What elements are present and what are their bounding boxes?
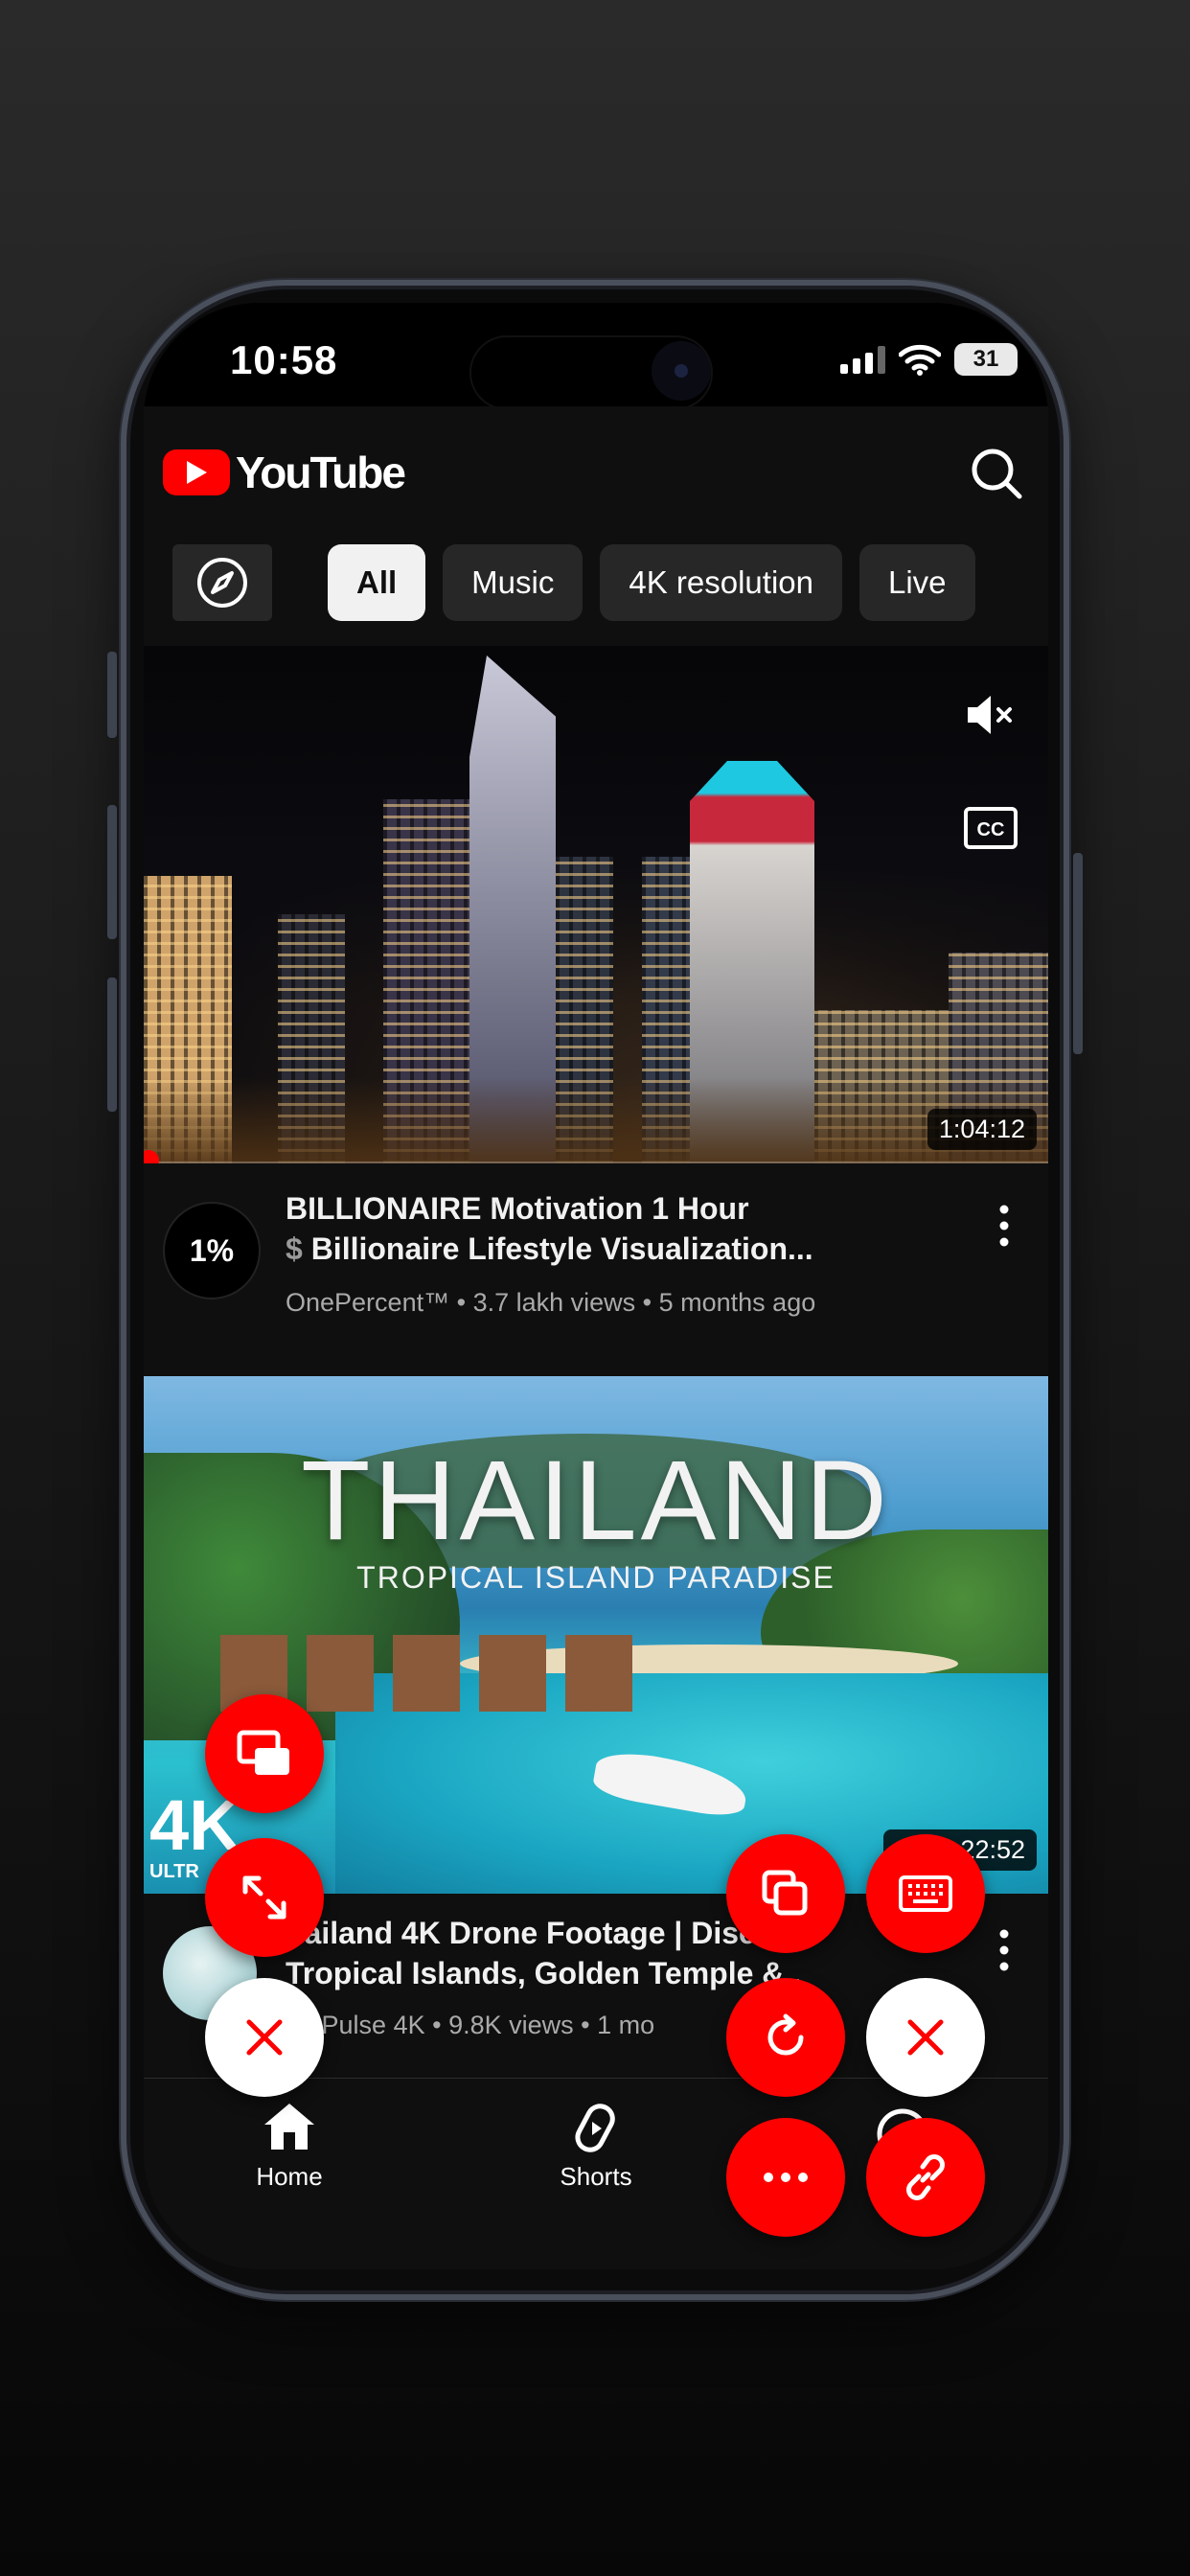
- action-button: [107, 652, 117, 738]
- refresh-button[interactable]: [726, 1978, 845, 2097]
- power-button: [1073, 853, 1083, 1054]
- video-title-line: Billionaire Lifestyle Visualization...: [310, 1231, 813, 1266]
- view-count: 9.8K views: [448, 2011, 574, 2039]
- youtube-wordmark: YouTube: [236, 448, 406, 497]
- link-icon: [906, 2154, 945, 2200]
- wifi-icon: [899, 344, 941, 376]
- compass-icon: [197, 558, 247, 608]
- app-header: YouTube: [144, 406, 1048, 521]
- signal-icon: [840, 345, 885, 374]
- more-button[interactable]: [726, 2118, 845, 2237]
- video-1-title[interactable]: BILLIONAIRE Motivation 1 Hour $ Billiona…: [286, 1188, 899, 1269]
- chip-all[interactable]: All: [328, 544, 426, 621]
- dollar-sign-icon: $: [286, 1231, 311, 1266]
- video-title-line: BILLIONAIRE Motivation 1 Hour: [286, 1191, 749, 1226]
- thumbnail-title: THAILAND: [301, 1438, 891, 1564]
- video-title-text: hailand 4K Drone Footage | Disc: [286, 1916, 756, 1950]
- video-1-meta: 1% BILLIONAIRE Motivation 1 Hour $ Billi…: [144, 1163, 1048, 1355]
- volume-down-button: [107, 978, 117, 1112]
- video-2-thumbnail[interactable]: THAILAND TROPICAL ISLAND PARADISE 4K ULT…: [144, 1376, 1048, 1894]
- youtube-play-icon: [163, 449, 230, 495]
- battery-icon: 31: [954, 343, 1018, 376]
- video-1-thumbnail[interactable]: CC 1:04:12: [144, 646, 1048, 1163]
- copy-button[interactable]: [726, 1834, 845, 1953]
- svg-text:CC: CC: [977, 819, 1005, 840]
- more-options-icon[interactable]: [995, 1926, 1014, 1974]
- expand-button[interactable]: [205, 1838, 324, 1957]
- channel-name[interactable]: OnePercent™: [286, 1288, 449, 1317]
- street-glow: [144, 1077, 1048, 1163]
- status-time: 10:58: [230, 337, 338, 382]
- shorts-icon: [575, 2104, 615, 2152]
- channel-avatar[interactable]: 1%: [163, 1202, 261, 1300]
- keyboard-icon: [899, 1875, 952, 1912]
- keyboard-button[interactable]: [866, 1834, 985, 1953]
- nav-shorts[interactable]: Shorts: [500, 2102, 692, 2192]
- more-options-icon[interactable]: [995, 1202, 1014, 1250]
- video-title-text: Tropical Islands, Golden Temple: [286, 1956, 754, 1990]
- nav-home-label: Home: [256, 2162, 323, 2191]
- nav-home[interactable]: Home: [194, 2102, 385, 2192]
- view-count: 3.7 lakh views: [472, 1288, 636, 1317]
- close-icon: [246, 2019, 283, 2056]
- link-button[interactable]: [866, 2118, 985, 2237]
- search-icon[interactable]: [968, 445, 1025, 502]
- chip-music[interactable]: Music: [443, 544, 584, 621]
- video-1-subtitle: OnePercent™ • 3.7 lakh views • 5 months …: [286, 1288, 816, 1317]
- chip-live[interactable]: Live: [858, 544, 975, 621]
- nav-shorts-label: Shorts: [560, 2162, 632, 2191]
- upload-age: 1 mo: [597, 2011, 655, 2039]
- captions-icon[interactable]: CC: [962, 799, 1019, 857]
- thumbnail-subtitle: TROPICAL ISLAND PARADISE: [356, 1560, 835, 1595]
- picture-in-picture-icon: [237, 1730, 289, 1775]
- chip-4k-resolution[interactable]: 4K resolution: [600, 544, 842, 621]
- video-duration: 1:04:12: [927, 1109, 1037, 1150]
- explore-button[interactable]: [172, 544, 272, 621]
- home-icon: [264, 2104, 314, 2150]
- video-2-subtitle: ep Pulse 4K • 9.8K views • 1 mo: [286, 2011, 655, 2039]
- volume-up-button: [107, 805, 117, 939]
- picture-in-picture-button[interactable]: [205, 1694, 324, 1813]
- mute-icon[interactable]: [962, 686, 1019, 744]
- more-horizontal-icon: [764, 2173, 808, 2182]
- upload-age: 5 months ago: [658, 1288, 816, 1317]
- front-camera: [652, 341, 711, 401]
- close-icon: [907, 2019, 944, 2056]
- copy-icon: [762, 1870, 808, 1916]
- close-left-button[interactable]: [205, 1978, 324, 2097]
- video-title-line: $ Billionaire Lifestyle Visualization...: [286, 1229, 899, 1269]
- close-right-button[interactable]: [866, 1978, 985, 2097]
- expand-icon: [242, 1875, 286, 1920]
- youtube-logo[interactable]: YouTube: [163, 447, 406, 498]
- filter-chips: All Music 4K resolution Live: [172, 544, 975, 621]
- status-icons: 31: [840, 343, 1018, 376]
- refresh-icon: [767, 2013, 804, 2056]
